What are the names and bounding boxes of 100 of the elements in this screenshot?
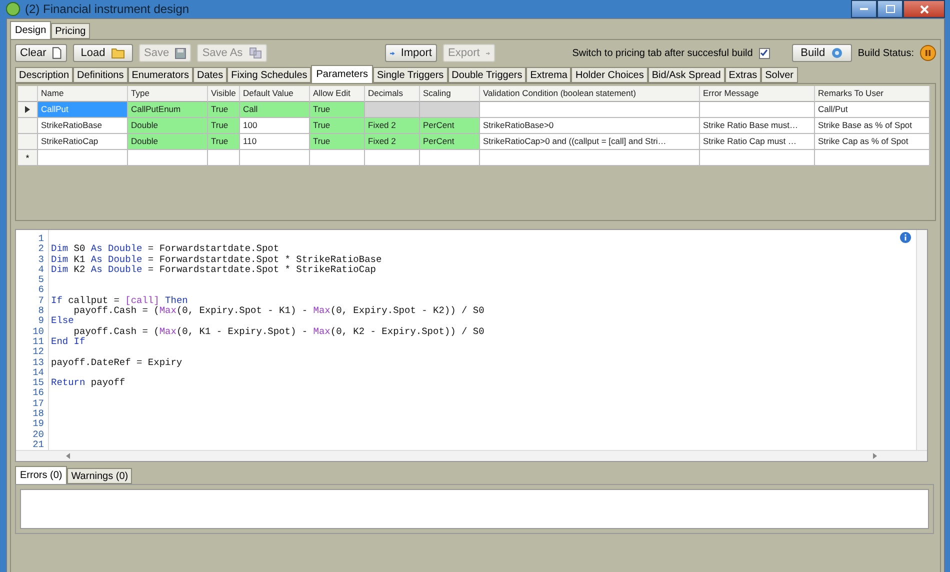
line-number: 4 — [37, 264, 45, 276]
build-button[interactable]: Build — [792, 44, 852, 62]
table-cell[interactable]: True — [208, 118, 240, 134]
line-number: 3 — [37, 254, 45, 265]
line-number: 21 — [32, 440, 45, 450]
document-icon — [52, 47, 62, 59]
toolbar-button[interactable]: Import — [385, 44, 437, 62]
table-cell[interactable]: PerCent — [420, 118, 480, 134]
tab[interactable]: Single Triggers — [372, 67, 448, 83]
tab[interactable]: Bid/Ask Spread — [648, 67, 725, 83]
column-header[interactable]: Allow Edit — [310, 86, 365, 102]
tab[interactable]: Pricing — [51, 23, 90, 39]
tab[interactable]: Description — [15, 67, 74, 83]
line-number: 2 — [37, 244, 45, 255]
line-number: 6 — [37, 285, 45, 296]
column-header[interactable]: Scaling — [420, 86, 480, 102]
code-editor[interactable] — [15, 229, 928, 462]
table-cell[interactable]: True — [208, 134, 240, 150]
table-cell[interactable]: Fixed 2 — [365, 134, 420, 150]
line-number: 12 — [32, 347, 45, 358]
code-line: Dim K1 As Double = Forwardstartdate.Spot * StrikeRatioBase — [51, 254, 382, 265]
toolbar-button[interactable]: Load — [73, 44, 133, 62]
code-line: Return payoff — [51, 378, 126, 388]
line-number: 10 — [32, 326, 45, 337]
table-cell[interactable]: StrikeRatioCap>0 and ((callput = [call] and Stri… — [480, 134, 700, 150]
tab[interactable]: Errors (0) — [15, 466, 68, 484]
switch-label: Switch to pricing tab after succesful build — [572, 48, 753, 58]
tab[interactable]: Definitions — [73, 67, 128, 83]
line-number: 14 — [32, 368, 45, 378]
table-cell[interactable]: 110 — [240, 134, 310, 150]
table-cell[interactable]: Strike Base as % of Spot — [815, 118, 930, 134]
tab[interactable]: Design — [10, 21, 52, 39]
maximize-button[interactable] — [877, 0, 903, 18]
table-cell[interactable]: Call — [240, 102, 310, 118]
close-button[interactable] — [903, 0, 945, 18]
table-cell[interactable]: StrikeRatioCap — [38, 134, 128, 150]
table-cell[interactable]: StrikeRatioBase>0 — [480, 118, 700, 134]
table-cell[interactable]: True — [310, 118, 365, 134]
line-number: 19 — [32, 419, 45, 430]
table-cell[interactable]: Strike Ratio Cap must … — [700, 134, 815, 150]
minimize-icon — [860, 8, 868, 10]
table-cell[interactable]: Strike Ratio Base must… — [700, 118, 815, 134]
table-cell[interactable]: Double — [128, 118, 208, 134]
tab[interactable]: Double Triggers — [448, 67, 526, 83]
table-cell[interactable]: True — [310, 134, 365, 150]
table-cell[interactable]: 100 — [240, 118, 310, 134]
line-number: 13 — [32, 358, 45, 368]
tab[interactable]: Extrema — [526, 67, 572, 83]
column-header[interactable]: Decimals — [365, 86, 420, 102]
tab[interactable]: Dates — [192, 67, 228, 83]
table-cell[interactable]: Call/Put — [815, 102, 930, 118]
table-cell[interactable]: Strike Cap as % of Spot — [815, 134, 930, 150]
line-number: 8 — [37, 306, 45, 316]
column-header[interactable]: Error Message — [700, 86, 815, 102]
row-pointer-icon — [25, 106, 30, 113]
code-line: End If — [51, 336, 86, 348]
table-cell[interactable]: True — [208, 102, 240, 118]
column-header[interactable]: Type — [128, 86, 208, 102]
scroll-left-icon[interactable] — [66, 453, 70, 460]
code-line: Dim S0 As Double = Forwardstartdate.Spot — [51, 244, 280, 255]
line-number: 20 — [32, 430, 45, 440]
line-number: 18 — [32, 409, 45, 420]
line-number: 5 — [37, 275, 45, 286]
tab[interactable]: Fixing Schedules — [227, 67, 312, 83]
code-line: If callput = [call] Then — [51, 296, 188, 306]
code-line: Else — [51, 316, 74, 327]
table-cell[interactable]: Fixed 2 — [365, 118, 420, 134]
gear-icon — [831, 47, 844, 59]
close-icon — [920, 4, 928, 14]
line-number: 15 — [32, 378, 45, 388]
window-title: (2) Financial instrument design — [25, 2, 190, 16]
code-line: Dim K2 As Double = Forwardstartdate.Spot * StrikeRatioCap — [51, 264, 376, 276]
column-header[interactable]: Validation Condition (boolean statement) — [480, 86, 700, 102]
column-header[interactable]: Default Value — [240, 86, 310, 102]
tab[interactable]: Holder Choices — [571, 67, 648, 83]
scroll-right-icon[interactable] — [873, 453, 877, 460]
line-number: 1 — [37, 234, 45, 244]
column-header[interactable]: Visible — [208, 86, 240, 102]
line-number: 11 — [32, 336, 45, 348]
info-icon[interactable] — [900, 232, 911, 243]
table-cell[interactable]: True — [310, 102, 365, 118]
table-cell[interactable]: StrikeRatioBase — [38, 118, 128, 134]
column-header[interactable]: Remarks To User — [815, 86, 930, 102]
tab[interactable]: Enumerators — [128, 67, 193, 83]
code-line: payoff.DateRef = Expiry — [51, 358, 182, 368]
tab[interactable]: Warnings (0) — [67, 468, 132, 484]
new-row-marker: * — [18, 150, 38, 166]
folder-icon — [111, 47, 126, 59]
checkbox[interactable] — [758, 48, 770, 58]
maximize-icon — [886, 5, 894, 13]
minimize-button[interactable] — [851, 0, 877, 18]
toolbar-button[interactable]: Clear — [15, 44, 67, 62]
table-cell[interactable]: PerCent — [420, 134, 480, 150]
column-header[interactable]: Name — [38, 86, 128, 102]
tab[interactable]: Solver — [761, 67, 798, 83]
tab[interactable]: Extras — [724, 67, 762, 83]
tab[interactable]: Parameters — [311, 65, 373, 83]
table-cell[interactable]: Double — [128, 134, 208, 150]
line-number: 17 — [32, 398, 45, 410]
table-cell[interactable]: CallPutEnum — [128, 102, 208, 118]
